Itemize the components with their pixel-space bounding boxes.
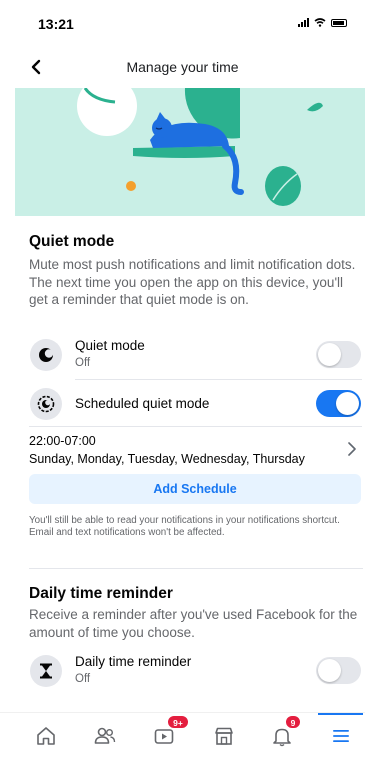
menu-icon xyxy=(333,730,349,742)
clock-moon-icon xyxy=(37,395,55,413)
chevron-right-icon xyxy=(348,442,356,456)
moon-icon xyxy=(39,348,54,362)
daily-reminder-label: Daily time reminder xyxy=(75,654,192,669)
quiet-mode-status: Off xyxy=(75,357,91,369)
quiet-mode-icon xyxy=(30,339,62,371)
cat-sleeping-illustration xyxy=(77,88,323,206)
tab-home[interactable] xyxy=(26,719,66,753)
battery-icon xyxy=(331,18,347,27)
shop-icon xyxy=(215,727,233,745)
notifications-badge: 9 xyxy=(285,715,301,729)
daily-reminder-status: Off xyxy=(75,673,91,685)
row-divider xyxy=(75,379,362,380)
quiet-mode-heading: Quiet mode xyxy=(29,233,115,250)
daily-reminder-heading: Daily time reminder xyxy=(29,585,173,602)
friends-icon xyxy=(94,727,116,744)
quiet-mode-label: Quiet mode xyxy=(75,338,145,353)
watch-badge: 9+ xyxy=(167,715,189,729)
home-icon xyxy=(37,727,55,745)
scheduled-quiet-mode-icon xyxy=(30,388,62,420)
scheduled-quiet-mode-label: Scheduled quiet mode xyxy=(75,396,210,411)
bottom-nav: 9+ 9 xyxy=(0,712,365,767)
active-tab-indicator xyxy=(318,713,363,715)
scheduled-quiet-mode-toggle[interactable] xyxy=(316,390,361,417)
quiet-mode-description: Mute most push notifications and limit n… xyxy=(29,257,356,307)
banner-illustration xyxy=(15,88,365,216)
wifi-icon xyxy=(314,18,326,27)
page-title: Manage your time xyxy=(126,59,239,75)
status-bar: 13:21 xyxy=(0,0,365,44)
daily-reminder-description: Receive a reminder after you've used Fac… xyxy=(29,607,358,640)
tab-marketplace[interactable] xyxy=(204,719,244,753)
tab-menu[interactable] xyxy=(321,719,361,753)
section-divider xyxy=(29,568,363,569)
quiet-mode-toggle[interactable] xyxy=(316,341,361,368)
daily-reminder-toggle[interactable] xyxy=(316,657,361,684)
daily-reminder-icon xyxy=(30,655,62,687)
status-icons xyxy=(298,18,347,27)
hourglass-icon xyxy=(40,663,52,679)
quiet-mode-footnote: You'll still be able to read your notifi… xyxy=(29,515,340,539)
schedule-days: Sunday, Monday, Tuesday, Wednesday, Thur… xyxy=(29,452,305,466)
top-nav: Manage your time xyxy=(0,48,365,86)
schedule-entry[interactable]: 22:00-07:00 Sunday, Monday, Tuesday, Wed… xyxy=(29,434,365,470)
row-divider xyxy=(29,426,362,427)
schedule-time-range: 22:00-07:00 xyxy=(29,434,96,448)
add-schedule-button[interactable]: Add Schedule xyxy=(29,474,361,504)
signal-icon xyxy=(298,18,309,27)
tab-friends[interactable] xyxy=(85,719,125,753)
status-time: 13:21 xyxy=(38,16,74,32)
